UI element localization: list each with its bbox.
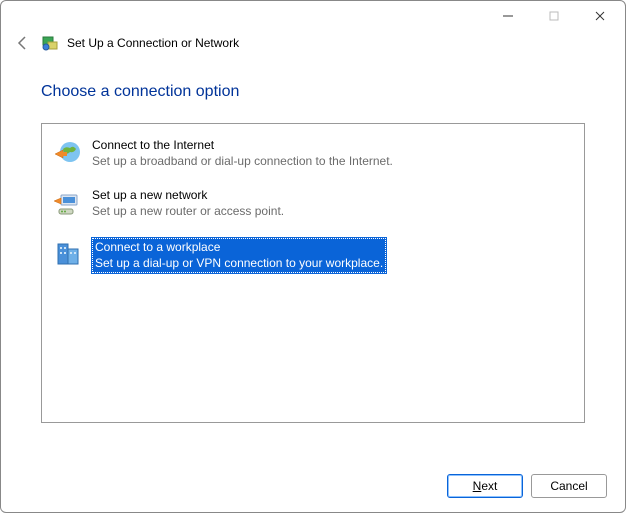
- options-panel: Connect to the Internet Set up a broadba…: [41, 123, 585, 423]
- maximize-button[interactable]: [531, 1, 577, 31]
- minimize-button[interactable]: [485, 1, 531, 31]
- option-desc: Set up a new router or access point.: [92, 204, 284, 220]
- content-area: Choose a connection option Connect to th…: [1, 61, 625, 423]
- option-connect-internet[interactable]: Connect to the Internet Set up a broadba…: [46, 134, 580, 174]
- back-button[interactable]: [13, 33, 33, 53]
- page-heading: Choose a connection option: [41, 83, 585, 101]
- wizard-title: Set Up a Connection or Network: [67, 36, 239, 50]
- option-title: Set up a new network: [92, 188, 284, 204]
- router-icon: [52, 188, 84, 220]
- building-icon: [52, 238, 84, 270]
- option-desc: Set up a broadband or dial-up connection…: [92, 154, 393, 170]
- wizard-header: Set Up a Connection or Network: [1, 31, 625, 61]
- wizard-icon: [41, 34, 59, 52]
- option-title: Connect to a workplace: [95, 240, 383, 256]
- cancel-button[interactable]: Cancel: [531, 474, 607, 498]
- option-new-network[interactable]: Set up a new network Set up a new router…: [46, 184, 580, 224]
- option-connect-workplace[interactable]: Connect to a workplace Set up a dial-up …: [46, 234, 580, 277]
- footer-buttons: Next Cancel: [447, 474, 607, 498]
- option-desc: Set up a dial-up or VPN connection to yo…: [95, 256, 383, 272]
- next-button[interactable]: Next: [447, 474, 523, 498]
- close-button[interactable]: [577, 1, 623, 31]
- option-title: Connect to the Internet: [92, 138, 393, 154]
- titlebar: [1, 1, 625, 31]
- globe-icon: [52, 138, 84, 170]
